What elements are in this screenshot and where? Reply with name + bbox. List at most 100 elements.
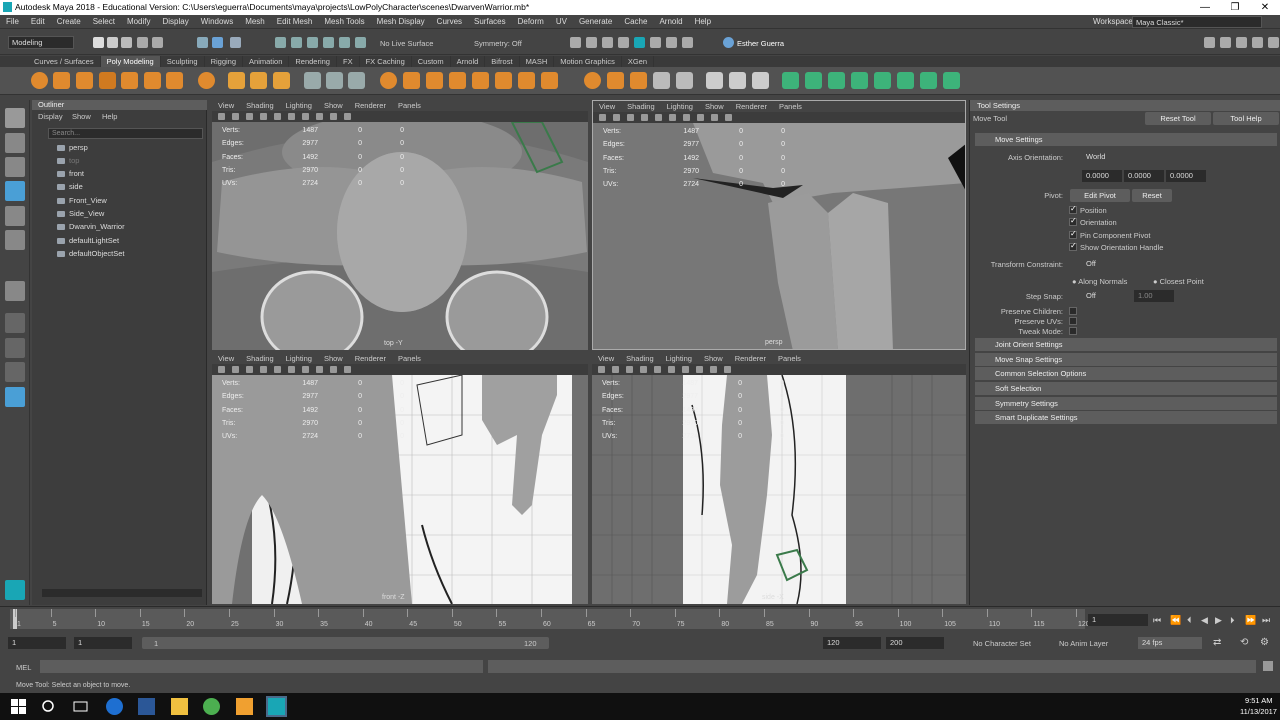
textured-icon[interactable] [668, 366, 675, 373]
shadows-icon[interactable] [316, 113, 323, 120]
two-view-icon[interactable] [5, 362, 25, 382]
snap-point-icon[interactable] [307, 37, 318, 48]
move-tool-icon[interactable] [5, 181, 25, 201]
shelf-tab-fx[interactable]: FX [337, 56, 360, 67]
play-forward-icon[interactable]: ▶ [1215, 615, 1222, 626]
select-object-icon[interactable] [212, 37, 223, 48]
render-settings-icon[interactable] [618, 37, 629, 48]
vp-menu-show[interactable]: Show [324, 101, 343, 110]
fill-hole-icon[interactable] [518, 72, 535, 89]
outliner-item[interactable]: front [57, 167, 84, 180]
orientation-handle-checkbox[interactable] [1069, 241, 1077, 251]
undo-icon[interactable] [137, 37, 148, 48]
menu-help[interactable]: Help [689, 15, 717, 29]
shaded-icon[interactable] [655, 114, 662, 121]
file-explorer-icon[interactable] [171, 698, 188, 715]
user-name[interactable]: Esther Guerra [737, 39, 784, 48]
poly-plane-icon[interactable] [144, 72, 161, 89]
attribute-editor-icon[interactable] [1220, 37, 1231, 48]
shelf-tab-sculpting[interactable]: Sculpting [161, 56, 205, 67]
wedge-icon[interactable] [607, 72, 624, 89]
shelf-tab-rigging[interactable]: Rigging [205, 56, 244, 67]
modeling-toolkit-icon[interactable] [1204, 37, 1215, 48]
menu-mesh-display[interactable]: Mesh Display [371, 15, 431, 29]
live-surface-label[interactable]: No Live Surface [380, 39, 433, 48]
vp-menu-panels[interactable]: Panels [778, 354, 801, 363]
textured-icon[interactable] [669, 114, 676, 121]
snap-view-icon[interactable] [323, 37, 334, 48]
step-back-icon[interactable]: ⏴ [1187, 615, 1192, 626]
combine-icon[interactable] [304, 72, 321, 89]
planar-map-icon[interactable] [782, 72, 799, 89]
section-soft-selection[interactable]: Soft Selection [975, 382, 1277, 395]
poly-platonic-icon[interactable] [198, 72, 215, 89]
uv-unfold-icon[interactable] [943, 72, 960, 89]
shelf-tab-custom[interactable]: Custom [412, 56, 451, 67]
outliner-menu-show[interactable]: Show [72, 112, 91, 121]
render-view-icon[interactable] [570, 37, 581, 48]
xray-icon[interactable] [330, 113, 337, 120]
ipr-render-icon[interactable] [602, 37, 613, 48]
shelf-tab-motion-graphics[interactable]: Motion Graphics [554, 56, 622, 67]
outliner-item[interactable]: Dwarvin_Warrior [57, 220, 125, 233]
paint-select-icon[interactable] [5, 157, 25, 177]
single-view-icon[interactable] [5, 313, 25, 333]
snap-live-icon[interactable] [355, 37, 366, 48]
hypershade-icon[interactable] [634, 37, 645, 48]
outliner-scrollbar[interactable] [42, 589, 202, 597]
wireframe-icon[interactable] [260, 113, 267, 120]
menu-edit[interactable]: Edit [25, 15, 51, 29]
grid-icon[interactable] [246, 113, 253, 120]
poly-torus-icon[interactable] [121, 72, 138, 89]
menu-uv[interactable]: UV [550, 15, 573, 29]
open-scene-icon[interactable] [107, 37, 118, 48]
task-view-icon[interactable] [72, 698, 89, 715]
shelf-tab-poly-modeling[interactable]: Poly Modeling [100, 56, 161, 67]
unite-icon[interactable] [653, 72, 670, 89]
minimize-button[interactable]: — [1190, 0, 1220, 15]
closest-point-radio[interactable]: ● Closest Point [1153, 277, 1204, 286]
outliner-search-input[interactable]: Search... [48, 128, 203, 139]
section-smart-duplicate[interactable]: Smart Duplicate Settings [975, 411, 1277, 424]
menu-cache[interactable]: Cache [618, 15, 653, 29]
tweak-mode-checkbox[interactable] [1069, 327, 1077, 335]
outliner-menu-help[interactable]: Help [102, 112, 117, 121]
word-icon[interactable] [138, 698, 155, 715]
collapse-icon[interactable] [630, 72, 647, 89]
vp-menu-view[interactable]: View [598, 354, 614, 363]
vp-menu-show[interactable]: Show [705, 102, 724, 111]
edge-browser-icon[interactable] [106, 698, 123, 715]
grid-icon[interactable] [246, 366, 253, 373]
command-input[interactable] [40, 660, 483, 673]
snap-curve-icon[interactable] [291, 37, 302, 48]
shelf-tab-mash[interactable]: MASH [520, 56, 555, 67]
chrome-icon[interactable] [203, 698, 220, 715]
lights-icon[interactable] [302, 113, 309, 120]
vp-menu-shading[interactable]: Shading [627, 102, 655, 111]
reset-tool-button[interactable]: Reset Tool [1145, 112, 1211, 125]
menu-select[interactable]: Select [87, 15, 121, 29]
lasso-tool-icon[interactable] [5, 133, 25, 153]
playback-end-field[interactable]: 120 [823, 637, 881, 649]
wireframe-icon[interactable] [640, 366, 647, 373]
camera-icon[interactable] [218, 113, 225, 120]
outliner-item[interactable]: Side_View [57, 207, 104, 220]
menu-surfaces[interactable]: Surfaces [468, 15, 512, 29]
type-tool-icon[interactable] [250, 72, 267, 89]
viewport-persp[interactable]: View Shading Lighting Show Renderer Panels Ve… [592, 100, 966, 350]
save-scene-icon[interactable] [121, 37, 132, 48]
script-language-label[interactable]: MEL [16, 663, 31, 672]
menu-windows[interactable]: Windows [195, 15, 239, 29]
isolate-icon[interactable] [725, 114, 732, 121]
fps-select[interactable]: 24 fps [1138, 637, 1202, 649]
wireframe-icon[interactable] [641, 114, 648, 121]
section-common-selection[interactable]: Common Selection Options [975, 367, 1277, 380]
vp-menu-panels[interactable]: Panels [779, 102, 802, 111]
poly-cone-icon[interactable] [99, 72, 116, 89]
time-slider[interactable]: 1 5 10 15 20 25 30 35 40 45 50 55 60 65 70 75 80 85 90 95 10… [0, 606, 1280, 632]
menu-edit-mesh[interactable]: Edit Mesh [271, 15, 319, 29]
new-scene-icon[interactable] [93, 37, 104, 48]
layer-editor-icon[interactable] [1268, 37, 1279, 48]
menu-mesh-tools[interactable]: Mesh Tools [318, 15, 370, 29]
merge-icon[interactable] [541, 72, 558, 89]
